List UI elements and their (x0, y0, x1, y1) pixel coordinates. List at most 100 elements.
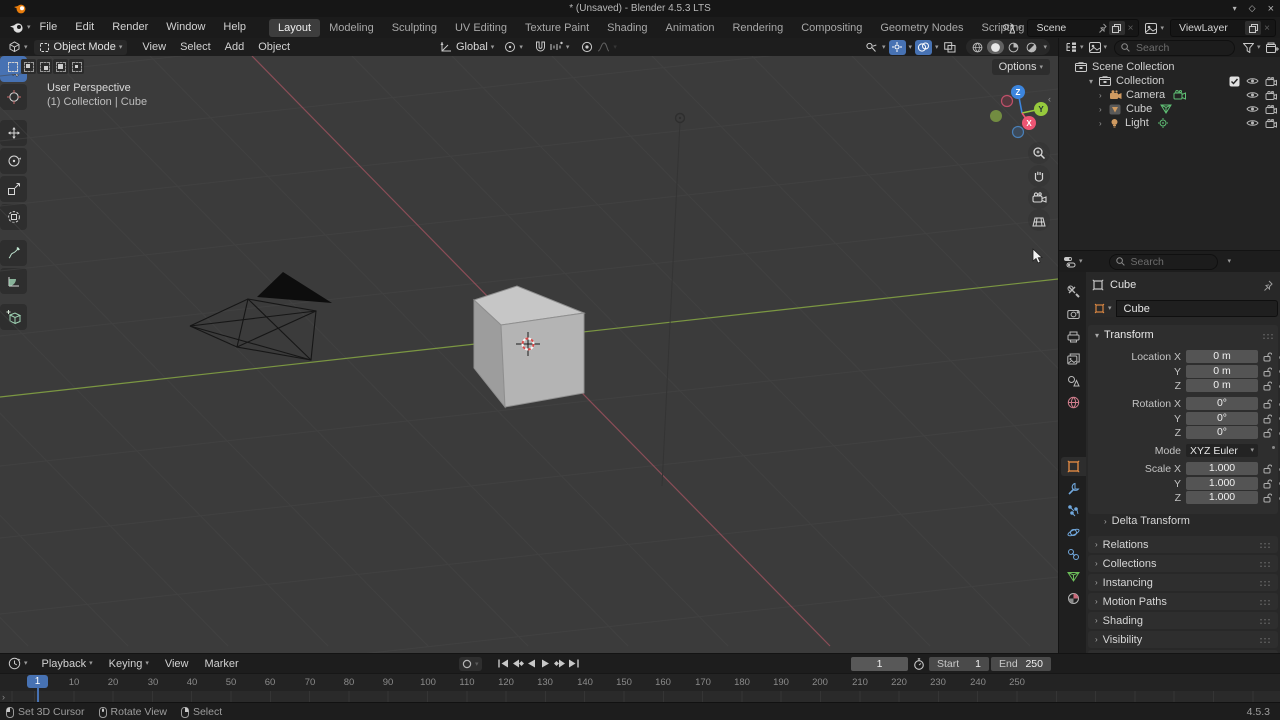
new-collection-button[interactable] (1265, 42, 1279, 53)
shading-solid-button[interactable] (986, 40, 1004, 54)
outliner-row-collection[interactable]: ▾ Collection (1059, 74, 1280, 88)
viewport-3d[interactable]: Z Y X Options ▾ User Perspective (1) Coll… (0, 56, 1058, 653)
snap-settings-dropdown[interactable]: ▾ (550, 41, 569, 53)
view-layer-name[interactable]: ViewLayer (1173, 22, 1243, 34)
menu-marker[interactable]: Marker (196, 658, 246, 670)
id-type-selector[interactable]: ▾ (1090, 300, 1116, 317)
delta-transform-subpanel[interactable]: › Delta Transform (1104, 515, 1190, 527)
tab-tool[interactable] (1061, 282, 1086, 301)
menu-window[interactable]: Window (157, 17, 214, 38)
pin-id-icon[interactable] (1263, 280, 1273, 291)
rotation-mode-dropdown[interactable]: XYZ Euler ▾ (1186, 444, 1258, 457)
workspace-tab-animation[interactable]: Animation (657, 19, 724, 37)
tab-material[interactable] (1061, 589, 1086, 608)
outliner-display-mode-dropdown[interactable]: ▾ (1088, 42, 1107, 53)
new-scene-button[interactable] (1108, 21, 1125, 35)
pin-icon[interactable] (1098, 23, 1107, 33)
expand-icon[interactable]: › (1099, 105, 1107, 114)
lock-animate-controls[interactable] (1263, 414, 1280, 424)
panel-grip[interactable] (1262, 333, 1275, 339)
workspace-tab-modeling[interactable]: Modeling (320, 19, 383, 37)
proportional-falloff-dropdown[interactable]: ▾ (597, 41, 617, 53)
workspace-tab-uv-editing[interactable]: UV Editing (446, 19, 516, 37)
menu-object[interactable]: Object (251, 41, 297, 53)
show-gizmo-toggle[interactable]: ▾ (888, 39, 912, 55)
nav-gizmo[interactable]: Z Y X (990, 85, 1048, 139)
unlink-scene-icon[interactable]: × (1128, 23, 1134, 34)
outliner-editor-type-button[interactable]: ▾ (1065, 42, 1084, 53)
panel-grip[interactable] (1259, 561, 1272, 567)
panel-motion-paths[interactable]: › Motion Paths (1088, 593, 1278, 610)
blender-menu-button[interactable]: ▾ (0, 22, 31, 34)
disable-render-icon[interactable] (1265, 104, 1277, 114)
gizmo-neg-z[interactable] (1011, 125, 1025, 139)
rotation-y-field[interactable]: 0° (1186, 411, 1258, 425)
workspace-tab-sculpting[interactable]: Sculpting (383, 19, 446, 37)
perspective-switch-button[interactable] (1028, 209, 1050, 231)
auto-keying-toggle[interactable]: ▾ (459, 657, 482, 671)
cube-object[interactable] (473, 285, 586, 409)
scene-icon[interactable]: ▾ (1002, 23, 1021, 34)
current-frame-field[interactable]: 1 (851, 656, 908, 671)
panel-grip[interactable] (1259, 637, 1272, 643)
outliner-search[interactable] (1114, 39, 1236, 56)
scale-z-field[interactable]: 1.000 (1186, 491, 1258, 504)
panel-relations[interactable]: › Relations (1088, 536, 1278, 553)
view-layer-icon[interactable]: ▾ (1145, 22, 1164, 34)
tab-constraints[interactable] (1061, 545, 1086, 564)
playhead-current-frame[interactable]: 1 (27, 675, 48, 688)
expand-icon[interactable]: › (1099, 91, 1107, 100)
object-visibility-dropdown[interactable]: ▾ (862, 40, 886, 55)
zoom-view-button[interactable] (1028, 142, 1050, 164)
properties-search[interactable] (1108, 253, 1218, 270)
camera-view-button[interactable] (1028, 187, 1050, 209)
workspace-tab-texture-paint[interactable]: Texture Paint (516, 19, 598, 37)
lock-animate-controls[interactable] (1263, 493, 1280, 503)
tab-view-layer[interactable] (1061, 349, 1086, 368)
light-object[interactable] (674, 112, 686, 124)
rotation-x-field[interactable]: 0° (1186, 397, 1258, 410)
panel-instancing[interactable]: › Instancing (1088, 574, 1278, 591)
lock-animate-controls[interactable] (1263, 399, 1280, 409)
workspace-tab-geometry-nodes[interactable]: Geometry Nodes (871, 19, 972, 37)
outliner-row-light[interactable]: › Light (1059, 116, 1280, 130)
menu-select[interactable]: Select (173, 41, 218, 53)
panel-grip[interactable] (1259, 580, 1272, 586)
proportional-editing-toggle[interactable] (581, 41, 593, 53)
next-keyframe-button[interactable] (553, 657, 566, 670)
select-mode-extend[interactable] (37, 59, 52, 74)
panel-visibility[interactable]: › Visibility (1088, 631, 1278, 648)
location-y-field[interactable]: 0 m (1186, 364, 1258, 378)
editor-type-button[interactable]: ▾ (0, 41, 28, 53)
start-frame-field[interactable]: Start 1 (929, 656, 989, 671)
transform-orientation-dropdown[interactable]: Global ▾ (440, 41, 494, 53)
xray-toggle[interactable] (942, 40, 959, 55)
camera-object[interactable] (189, 272, 332, 361)
menu-edit[interactable]: Edit (66, 17, 103, 38)
panel-grip[interactable] (1259, 599, 1272, 605)
maximize-icon[interactable]: ◇ (1249, 3, 1256, 14)
disable-render-icon[interactable] (1265, 76, 1277, 86)
disable-render-icon[interactable] (1265, 90, 1277, 100)
exclude-checkbox[interactable] (1229, 76, 1240, 87)
menu-file[interactable]: File (31, 17, 67, 38)
hide-viewport-icon[interactable] (1246, 77, 1259, 85)
sidebar-toggle-icon[interactable]: ‹ (1048, 94, 1051, 104)
play-button[interactable] (539, 657, 552, 670)
location-x-field[interactable]: 0 m (1186, 350, 1258, 363)
panel-shading[interactable]: › Shading (1088, 612, 1278, 629)
workspace-tab-rendering[interactable]: Rendering (723, 19, 792, 37)
select-mode-intersect[interactable] (69, 59, 84, 74)
expand-icon[interactable]: › (1099, 119, 1107, 128)
menu-view-timeline[interactable]: View (157, 658, 197, 670)
properties-editor-type-button[interactable]: ▾ (1063, 256, 1083, 268)
scene-selector[interactable]: Scene × (1027, 19, 1140, 37)
shading-wireframe-button[interactable] (969, 40, 986, 54)
tab-object[interactable] (1061, 457, 1086, 476)
tab-physics[interactable] (1061, 523, 1086, 542)
options-button[interactable]: Options ▾ (991, 59, 1050, 75)
rotation-z-field[interactable]: 0° (1186, 426, 1258, 439)
menu-view[interactable]: View (135, 41, 173, 53)
lock-animate-controls[interactable] (1263, 464, 1280, 474)
show-overlays-toggle[interactable]: ▾ (915, 39, 939, 55)
